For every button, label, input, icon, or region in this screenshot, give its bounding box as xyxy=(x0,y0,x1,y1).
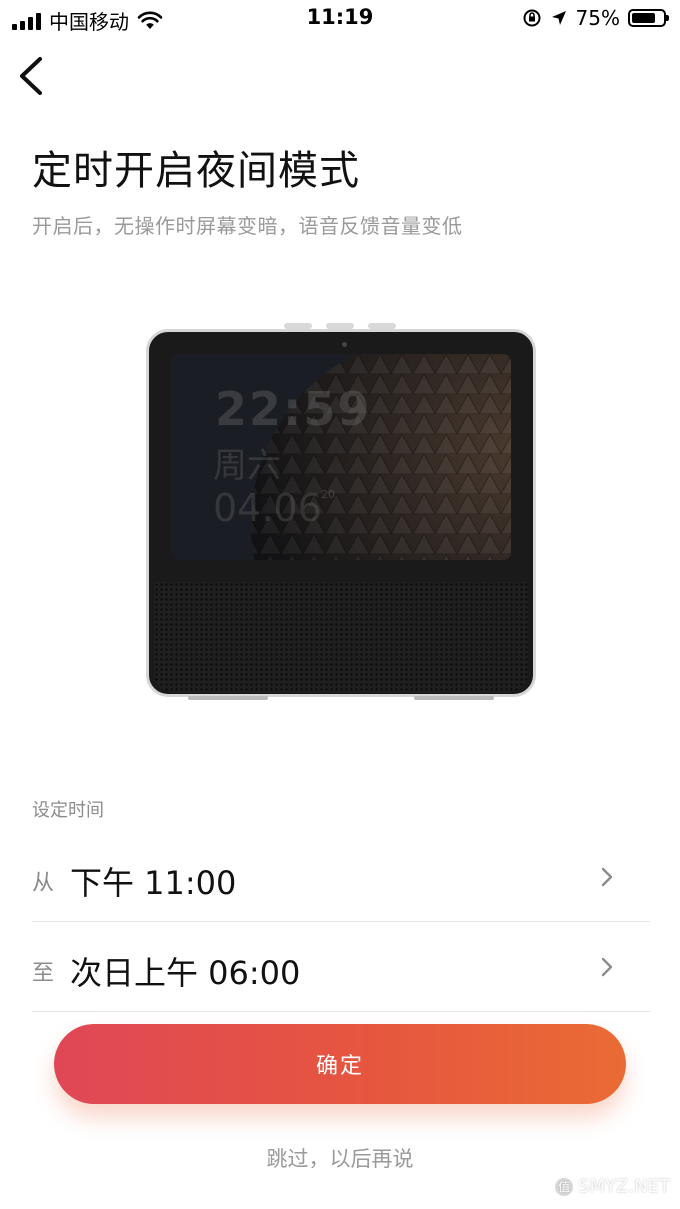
battery-icon xyxy=(628,9,669,27)
battery-percent: 75% xyxy=(575,6,620,30)
skip-link[interactable]: 跳过，以后再说 xyxy=(0,1143,680,1173)
screen-clock-date: 04.06 xyxy=(213,486,322,530)
watermark-badge: 值 xyxy=(555,1177,574,1196)
screen-clock-day: 周六 xyxy=(213,446,281,486)
screen-clock-time: 22:59 xyxy=(215,382,372,436)
chevron-right-icon xyxy=(601,867,613,887)
page-title: 定时开启夜间模式 xyxy=(32,148,360,194)
chevron-right-icon xyxy=(601,957,613,977)
row-prefix-to: 至 xyxy=(32,961,55,986)
location-arrow-icon xyxy=(551,11,566,25)
device-screen: 22:59 周六 04.06 20 xyxy=(171,354,511,560)
time-row-to[interactable]: 至 次日上午 06:00 xyxy=(32,922,650,1012)
confirm-button[interactable]: 确定 xyxy=(54,1024,626,1104)
time-row-from[interactable]: 从 下午 11:00 xyxy=(32,832,650,922)
time-value-to: 次日上午 06:00 xyxy=(70,954,301,992)
speaker-grille xyxy=(154,582,528,692)
section-label-set-time: 设定时间 xyxy=(32,800,104,821)
row-prefix-from: 从 xyxy=(32,871,55,896)
watermark-text: SMYZ.NET xyxy=(578,1176,670,1197)
battery-fill xyxy=(632,13,655,23)
page-subtitle: 开启后，无操作时屏幕变暗，语音反馈音量变低 xyxy=(32,214,463,238)
watermark: 值 SMYZ.NET xyxy=(555,1176,670,1197)
screen-clock-date-small: 20 xyxy=(321,488,335,501)
status-bar: 中国移动 11:19 75% xyxy=(0,0,680,38)
device-illustration: 22:59 周六 04.06 20 xyxy=(146,323,536,700)
device-body: 22:59 周六 04.06 20 xyxy=(146,329,536,697)
camera-dot xyxy=(342,342,347,347)
orientation-lock-icon xyxy=(523,9,541,27)
chevron-left-icon xyxy=(20,57,42,95)
status-bar-right: 75% xyxy=(522,6,669,30)
time-value-from: 下午 11:00 xyxy=(70,864,237,902)
back-button[interactable] xyxy=(14,54,54,98)
